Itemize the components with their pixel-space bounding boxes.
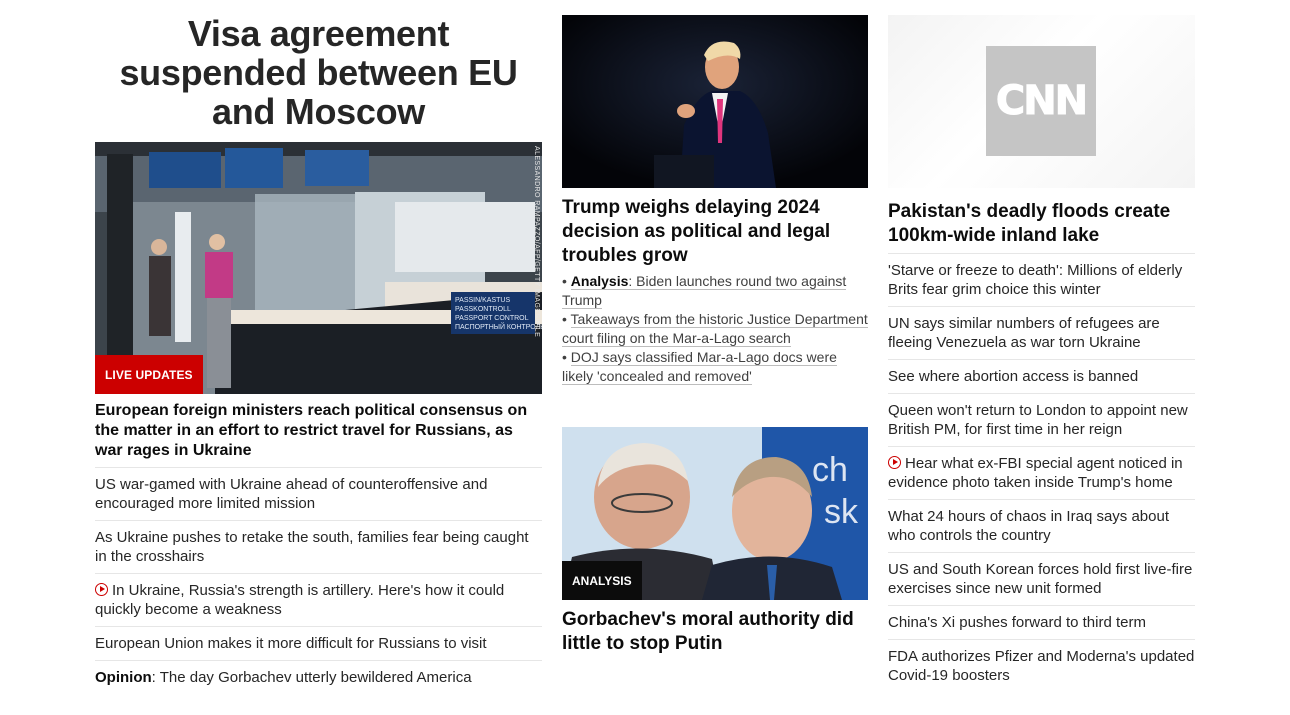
list-item-text[interactable]: US war-gamed with Ukraine ahead of count…: [95, 476, 487, 512]
list-item[interactable]: US and South Korean forces hold first li…: [888, 552, 1195, 605]
list-item-lead[interactable]: Opinion: [95, 669, 152, 686]
play-video-icon: [888, 456, 901, 469]
list-item[interactable]: 'Starve or freeze to death': Millions of…: [888, 253, 1195, 306]
related-link[interactable]: • DOJ says classified Mar-a-Lago docs we…: [562, 348, 868, 386]
col2-related-links: • Analysis: Biden launches round two aga…: [562, 272, 868, 386]
list-item-text[interactable]: In Ukraine, Russia's strength is artille…: [95, 582, 504, 618]
col2-second-headline[interactable]: Gorbachev's moral authority did little t…: [562, 608, 868, 656]
list-item-text[interactable]: US and South Korean forces hold first li…: [888, 561, 1192, 597]
play-video-icon: [95, 583, 108, 596]
col2-lead-headline[interactable]: Trump weighs delaying 2024 decision as p…: [562, 196, 868, 268]
list-item[interactable]: European Union makes it more difficult f…: [95, 626, 542, 660]
list-item-text[interactable]: : The day Gorbachev utterly bewildered A…: [152, 669, 472, 686]
main-banner: Visa agreement suspended between EU and …: [95, 14, 542, 131]
list-item[interactable]: As Ukraine pushes to retake the south, f…: [95, 520, 542, 573]
list-item-text[interactable]: China's Xi pushes forward to third term: [888, 614, 1146, 631]
trump-speech-image[interactable]: [562, 15, 868, 188]
related-link[interactable]: • Analysis: Biden launches round two aga…: [562, 272, 868, 310]
col1-lead-headline[interactable]: European foreign ministers reach politic…: [95, 401, 542, 461]
related-link-text[interactable]: Takeaways from the historic Justice Depa…: [562, 311, 868, 347]
gorbachev-putin-image[interactable]: ch sk ANALYSIS: [562, 427, 868, 600]
live-updates-badge[interactable]: LIVE UPDATES: [95, 355, 203, 394]
hero-image-passport-control[interactable]: PASSIN/KASTUS PASSKONTROLL PASSPORT CONTRO…: [95, 142, 542, 394]
related-link-text[interactable]: DOJ says classified Mar-a-Lago docs were…: [562, 349, 837, 385]
passport-sign-line: PASSKONTROLL: [455, 306, 511, 313]
list-item[interactable]: China's Xi pushes forward to third term: [888, 605, 1195, 639]
trump-photo: [562, 15, 868, 188]
list-item[interactable]: In Ukraine, Russia's strength is artille…: [95, 573, 542, 626]
bullet-marker: •: [562, 349, 571, 365]
list-item[interactable]: Opinion: The day Gorbachev utterly bewil…: [95, 660, 542, 694]
list-item[interactable]: UN says similar numbers of refugees are …: [888, 306, 1195, 359]
list-item-text[interactable]: Hear what ex-FBI special agent noticed i…: [888, 455, 1183, 491]
related-link-lead[interactable]: Analysis: [571, 273, 629, 289]
cnn-logo-icon: CNN: [986, 46, 1096, 156]
col1-story-list: US war-gamed with Ukraine ahead of count…: [95, 467, 542, 694]
list-item-text[interactable]: Queen won't return to London to appoint …: [888, 402, 1188, 438]
col3-lead-headline[interactable]: Pakistan's deadly floods create 100km-wi…: [888, 200, 1195, 248]
cnn-placeholder-image[interactable]: CNN: [888, 15, 1195, 188]
list-item[interactable]: Queen won't return to London to appoint …: [888, 393, 1195, 446]
related-link[interactable]: • Takeaways from the historic Justice De…: [562, 310, 868, 348]
list-item-text[interactable]: 'Starve or freeze to death': Millions of…: [888, 262, 1182, 298]
list-item-text[interactable]: See where abortion access is banned: [888, 368, 1138, 385]
passport-sign-line: PASSPORT CONTROL: [455, 315, 529, 322]
col3-story-list: 'Starve or freeze to death': Millions of…: [888, 253, 1195, 692]
passport-sign-line: ПАСПОРТНЫЙ КОНТРОЛЬ: [455, 322, 542, 331]
list-item[interactable]: Hear what ex-FBI special agent noticed i…: [888, 446, 1195, 499]
passport-sign-line: PASSIN/KASTUS: [455, 297, 510, 304]
backdrop-text: ch: [812, 451, 848, 489]
backdrop-text: sk: [824, 493, 859, 531]
cnn-logo-text: CNN: [995, 78, 1088, 125]
banner-headline[interactable]: Visa agreement suspended between EU and …: [95, 14, 542, 131]
bullet-marker: •: [562, 273, 571, 289]
list-item-text[interactable]: What 24 hours of chaos in Iraq says abou…: [888, 508, 1169, 544]
list-item-text[interactable]: UN says similar numbers of refugees are …: [888, 315, 1160, 351]
list-item[interactable]: FDA authorizes Pfizer and Moderna's upda…: [888, 639, 1195, 692]
list-item[interactable]: See where abortion access is banned: [888, 359, 1195, 393]
list-item[interactable]: US war-gamed with Ukraine ahead of count…: [95, 467, 542, 520]
list-item-text[interactable]: As Ukraine pushes to retake the south, f…: [95, 529, 529, 565]
analysis-badge[interactable]: ANALYSIS: [562, 561, 642, 600]
photo-credit: ALESSANDRO RAMPAZZO/AFP/GETTY IMAGES/FIL…: [533, 146, 540, 338]
list-item-text[interactable]: European Union makes it more difficult f…: [95, 635, 487, 652]
bullet-marker: •: [562, 311, 571, 327]
list-item[interactable]: What 24 hours of chaos in Iraq says abou…: [888, 499, 1195, 552]
list-item-text[interactable]: FDA authorizes Pfizer and Moderna's upda…: [888, 648, 1194, 684]
